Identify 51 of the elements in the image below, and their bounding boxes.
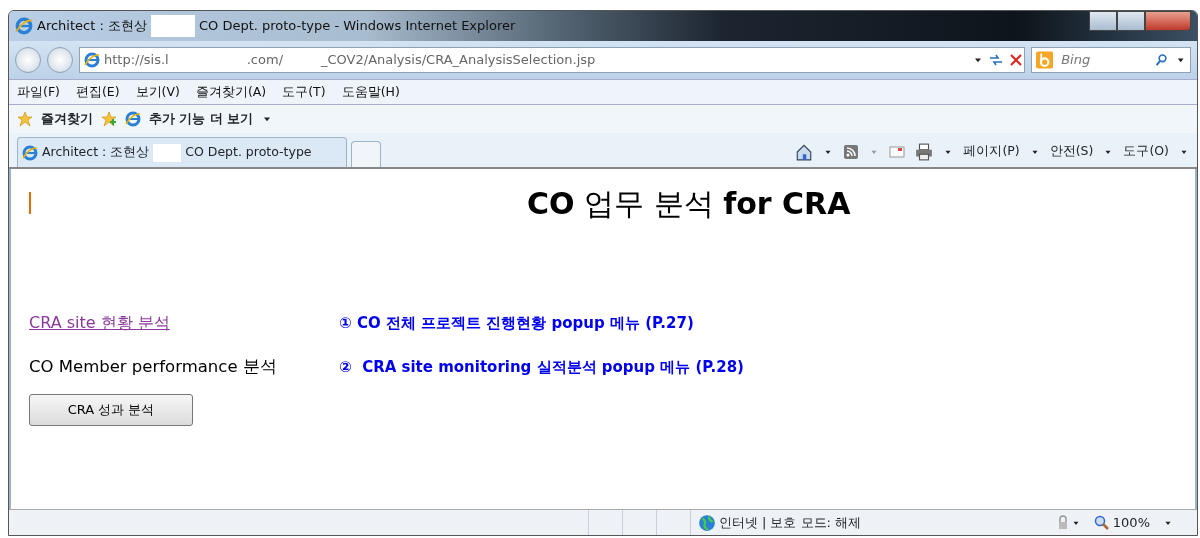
globe-icon	[697, 513, 716, 532]
add-favorite-icon[interactable]	[101, 111, 117, 127]
analysis-button[interactable]: CRA 성과 분석	[29, 393, 193, 426]
address-field[interactable]: http://sis.l .com/ _COV2/Analysis/CRA_AnalysisSelection.jsp	[79, 47, 1025, 73]
url-text: _COV2/Analysis/CRA_AnalysisSelection.jsp	[321, 51, 596, 70]
page-heading: CO 업무 분석 for CRA	[527, 184, 851, 223]
refresh-icon[interactable]	[988, 52, 1004, 68]
menu-item[interactable]: 즐겨찾기(A)	[195, 82, 267, 102]
url-text: .com/	[246, 51, 283, 70]
close-button[interactable]	[1145, 11, 1191, 31]
menu-item[interactable]: 보기(V)	[135, 82, 180, 102]
url-text: http://sis.l	[104, 51, 169, 70]
search-engine-icon	[1036, 51, 1054, 69]
feed-icon[interactable]	[843, 143, 860, 160]
printer-icon[interactable]	[915, 142, 934, 161]
zoom-level[interactable]: 100%	[1112, 512, 1150, 533]
browser-tab[interactable]: Architect : 조현상 CO Dept. proto-type	[17, 137, 347, 167]
window-title: CO Dept. proto-type - Windows Internet Explorer	[198, 17, 516, 36]
command-menu[interactable]: 도구(O)	[1123, 142, 1169, 161]
tab-title: CO Dept. proto-type	[185, 143, 312, 162]
mail-icon[interactable]	[889, 143, 906, 160]
tab-title: Architect : 조현상	[42, 143, 150, 162]
security-zone: 인터넷 | 보호 모드: 해제	[718, 513, 862, 532]
annotation-text: ② CRA site monitoring 실적분석 popup 메뉴 (P.28)	[339, 358, 744, 377]
command-menu[interactable]: 안전(S)	[1049, 142, 1094, 161]
page-icon	[22, 144, 38, 161]
stop-icon[interactable]	[1008, 52, 1024, 68]
favorites-button[interactable]: 즐겨찾기	[41, 109, 93, 129]
menu-item[interactable]: 도움말(H)	[341, 82, 400, 102]
redaction-block	[150, 15, 195, 37]
menu-item[interactable]: 도구(T)	[282, 82, 326, 102]
star-icon[interactable]	[17, 111, 33, 127]
section-label: CO Member performance 분석	[29, 357, 277, 376]
home-icon[interactable]	[795, 142, 814, 161]
text-cursor	[29, 192, 31, 214]
minimize-button[interactable]	[1089, 11, 1117, 31]
browser-icon	[15, 17, 33, 35]
maximize-button[interactable]	[1117, 11, 1145, 31]
search-icon[interactable]	[1155, 53, 1169, 67]
page-icon	[84, 52, 100, 68]
menu-item[interactable]: 편집(E)	[75, 82, 120, 102]
command-menu[interactable]: 페이지(P)	[963, 142, 1020, 161]
addons-button[interactable]: 추가 기능 더 보기	[149, 109, 254, 129]
search-bar[interactable]: Bing	[1031, 47, 1191, 73]
annotation-text: ① CO 전체 프로젝트 진행현황 popup 메뉴 (P.27)	[339, 313, 694, 332]
analysis-link[interactable]: CRA site 현황 분석	[29, 313, 170, 332]
zoom-icon[interactable]	[1093, 514, 1110, 531]
page-icon	[125, 111, 141, 127]
menu-item[interactable]: 파일(F)	[17, 82, 60, 102]
window-title: Architect : 조현상	[37, 17, 147, 36]
redaction-block	[153, 143, 182, 162]
